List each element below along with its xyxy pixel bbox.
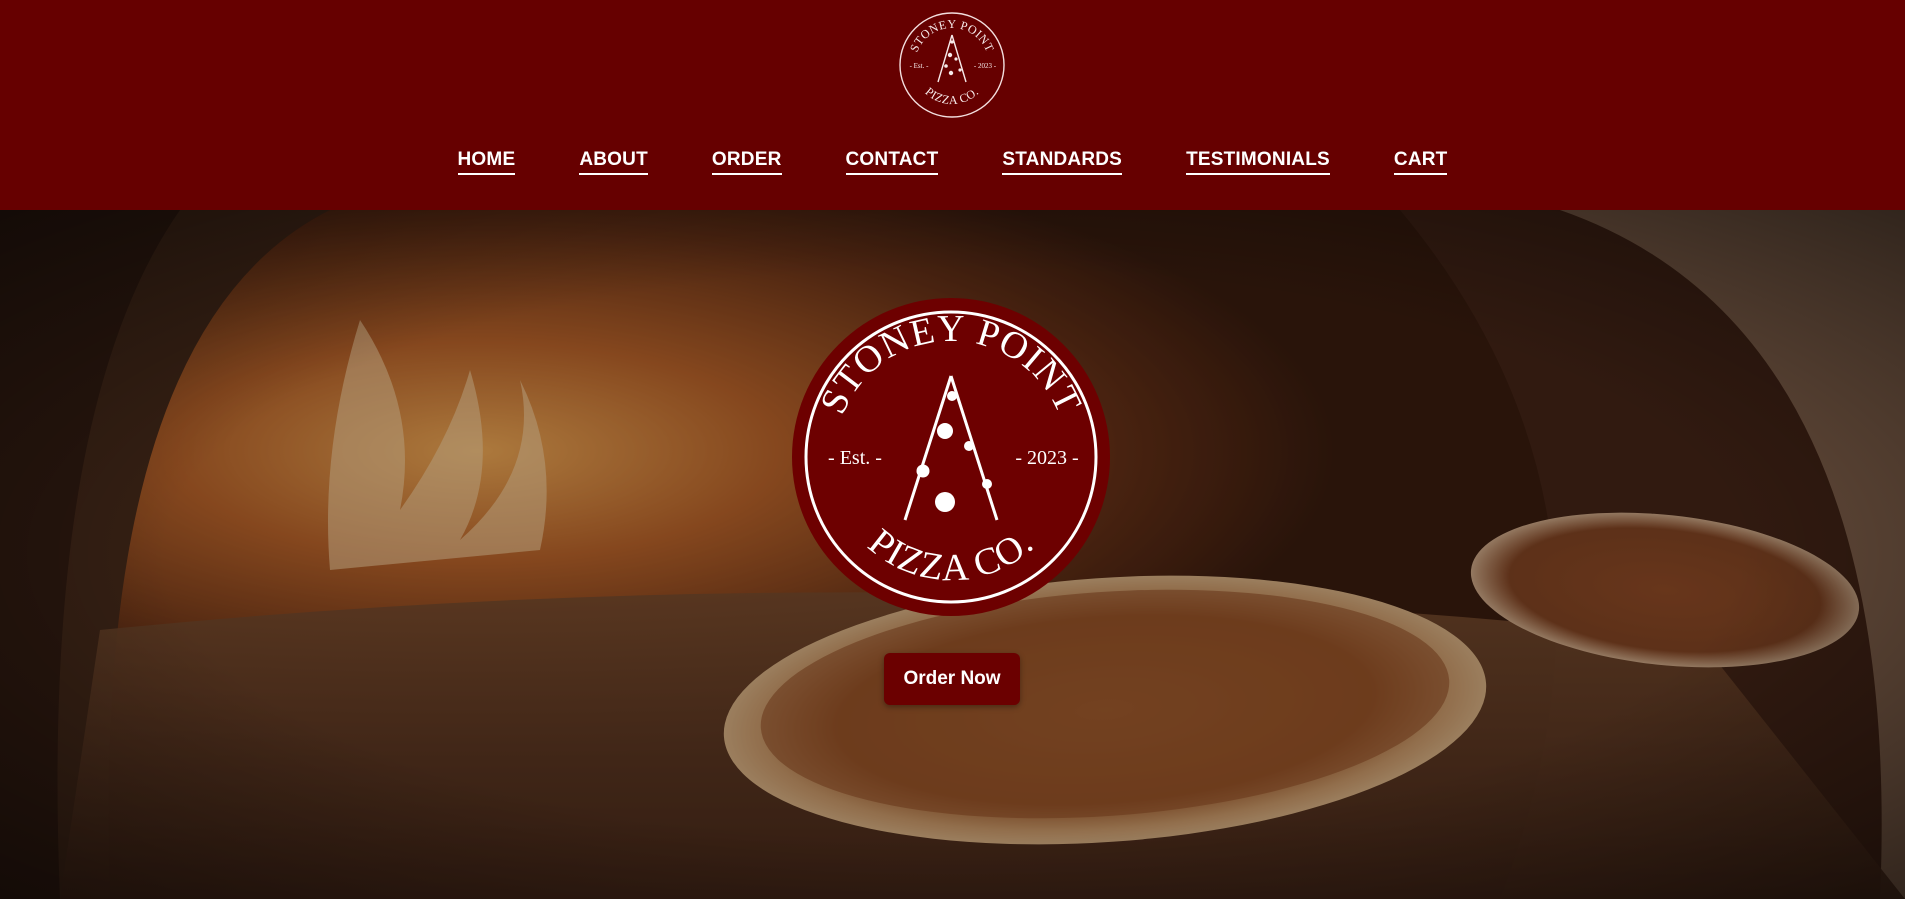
nav-testimonials[interactable]: TESTIMONIALS: [1186, 148, 1330, 175]
nav-home[interactable]: HOME: [457, 148, 516, 175]
order-now-button[interactable]: Order Now: [884, 653, 1020, 705]
nav-about[interactable]: ABOUT: [579, 148, 648, 175]
hero-section: STONEY POINT PIZZA CO. - Est. - - 2023 -…: [0, 210, 1905, 899]
header-logo-bottom-text: PIZZA CO.: [923, 84, 981, 107]
hero-logo-year: - 2023 -: [1015, 447, 1078, 469]
hero-logo: STONEY POINT PIZZA CO. - Est. - - 2023 -: [792, 298, 1110, 616]
nav-cart[interactable]: CART: [1393, 148, 1448, 175]
nav-order[interactable]: ORDER: [711, 148, 782, 175]
header-logo-est: - Est. -: [910, 62, 930, 70]
nav-contact[interactable]: CONTACT: [845, 148, 939, 175]
hero-logo-est: - Est. -: [828, 447, 882, 469]
header-logo[interactable]: STONEY POINT PIZZA CO. - Est. - - 2023 -: [897, 10, 1007, 120]
main-nav: HOME ABOUT ORDER CONTACT STANDARDS TESTI…: [0, 148, 1905, 180]
nav-standards[interactable]: STANDARDS: [1002, 148, 1123, 175]
site-header: STONEY POINT PIZZA CO. - Est. - - 2023 -…: [0, 0, 1905, 210]
svg-text:PIZZA CO.: PIZZA CO.: [923, 84, 982, 107]
header-logo-year: - 2023 -: [974, 62, 997, 70]
